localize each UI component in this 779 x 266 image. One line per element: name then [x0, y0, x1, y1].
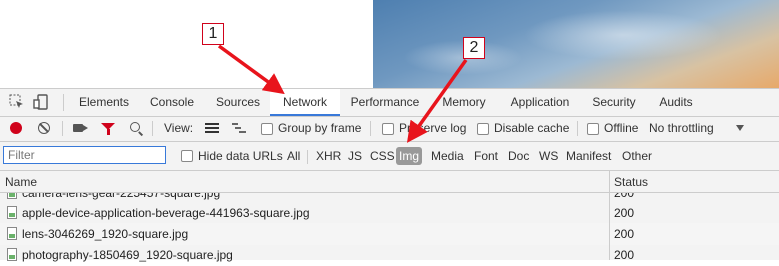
file-image-icon [7, 248, 17, 261]
camera-icon[interactable] [73, 124, 88, 132]
requests-table-header-overlay: Name Status [0, 171, 779, 193]
tab-performance[interactable]: Performance [344, 89, 426, 116]
tab-elements[interactable]: Elements [72, 89, 136, 116]
toolbar-divider [62, 121, 63, 136]
webpage-area: 1 2 [0, 0, 779, 88]
tab-network[interactable]: Network [270, 89, 340, 116]
record-icon[interactable] [10, 122, 22, 134]
type-filter-media[interactable]: Media [431, 147, 464, 165]
disable-cache-label: Disable cache [494, 121, 570, 135]
waterfall-view-icon[interactable] [232, 123, 246, 133]
disable-cache-checkbox[interactable] [477, 123, 489, 135]
table-row[interactable]: photography-1850469_1920-square.jpg 200 [0, 244, 779, 266]
offline-label: Offline [604, 121, 639, 135]
row-name: lens-3046269_1920-square.jpg [22, 227, 189, 241]
type-filter-all[interactable]: All [287, 147, 300, 165]
device-toolbar-icon[interactable] [33, 94, 49, 110]
hide-data-urls-checkbox[interactable] [181, 150, 193, 162]
type-filter-doc[interactable]: Doc [508, 147, 529, 165]
tab-console[interactable]: Console [142, 89, 202, 116]
inspect-icon[interactable] [9, 94, 25, 110]
group-by-frame-label: Group by frame [278, 121, 362, 135]
filter-bar: Hide data URLs All XHR JS CSS Img Media … [0, 142, 779, 171]
type-filter-js[interactable]: JS [348, 147, 362, 165]
preserve-log-label: Preserve log [399, 121, 467, 135]
row-name: apple-device-application-beverage-441963… [22, 206, 310, 220]
devtools-panel: Elements Console Sources Network Perform… [0, 88, 779, 262]
type-filter-manifest[interactable]: Manifest [566, 147, 611, 165]
file-image-icon [7, 227, 17, 240]
filter-input[interactable] [3, 146, 166, 164]
clear-icon[interactable] [38, 122, 50, 134]
offline-checkbox[interactable] [587, 123, 599, 135]
toolbar-divider [577, 121, 578, 136]
type-filter-ws[interactable]: WS [539, 147, 558, 165]
column-divider [609, 171, 610, 260]
annotation-callout-1: 1 [202, 23, 224, 45]
tab-divider [63, 94, 64, 111]
search-icon[interactable] [130, 122, 140, 132]
throttling-select[interactable]: No throttling [649, 121, 714, 135]
group-by-frame-checkbox[interactable] [261, 123, 273, 135]
table-row[interactable]: apple-device-application-beverage-441963… [0, 202, 779, 224]
type-filter-other[interactable]: Other [622, 147, 652, 165]
type-filter-xhr[interactable]: XHR [316, 147, 341, 165]
chevron-down-icon[interactable] [736, 125, 744, 131]
filter-icon[interactable] [101, 123, 115, 135]
name-column-header[interactable]: Name [5, 175, 37, 189]
type-filter-font[interactable]: Font [474, 147, 498, 165]
file-image-icon [7, 206, 17, 219]
tab-application[interactable]: Application [502, 89, 578, 116]
tab-memory[interactable]: Memory [434, 89, 494, 116]
row-status: 200 [614, 227, 635, 241]
row-status: 200 [614, 248, 635, 262]
tab-audits[interactable]: Audits [650, 89, 702, 116]
toolbar-divider [370, 121, 371, 136]
list-view-icon[interactable] [205, 123, 219, 133]
sky-image [373, 0, 779, 88]
tab-sources[interactable]: Sources [208, 89, 268, 116]
filter-divider [307, 150, 308, 164]
view-label: View: [164, 121, 194, 135]
annotation-callout-2: 2 [463, 37, 485, 59]
status-column-header[interactable]: Status [614, 175, 648, 189]
preserve-log-checkbox[interactable] [382, 123, 394, 135]
network-toolbar: View: Group by frame Preserve log Disabl… [0, 117, 779, 142]
table-row[interactable]: lens-3046269_1920-square.jpg 200 [0, 223, 779, 245]
tab-security[interactable]: Security [584, 89, 644, 116]
row-name: photography-1850469_1920-square.jpg [22, 248, 233, 262]
row-status: 200 [614, 206, 635, 220]
devtools-tab-bar: Elements Console Sources Network Perform… [0, 89, 779, 117]
type-filter-img[interactable]: Img [396, 147, 423, 165]
type-filter-css[interactable]: CSS [370, 147, 395, 165]
hide-data-urls-label: Hide data URLs [198, 149, 283, 163]
toolbar-divider [152, 121, 153, 136]
